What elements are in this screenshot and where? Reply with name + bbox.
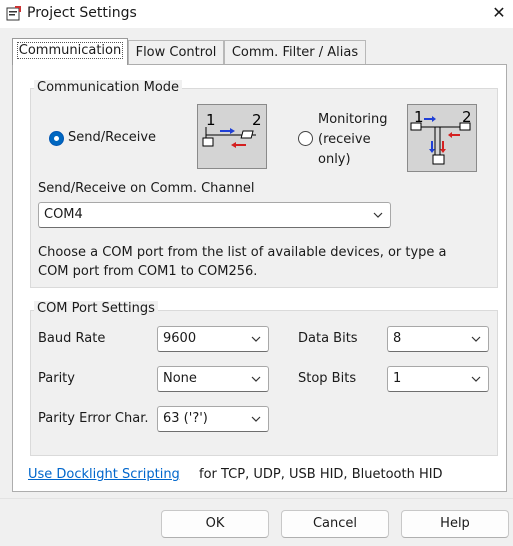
svg-text:2: 2 [252,111,262,129]
footer-divider [0,498,513,499]
data-bits-combobox[interactable]: 8 [387,326,489,352]
channel-label: Send/Receive on Comm. Channel [38,181,255,196]
parity-combobox[interactable]: None [157,366,269,392]
stop-bits-combobox[interactable]: 1 [387,366,489,392]
monitoring-label: Monitoring (receive only) [318,112,388,167]
chevron-down-icon [471,336,481,342]
channel-help-text: Choose a COM port from the list of avail… [38,245,447,279]
chevron-down-icon [251,336,261,342]
scripting-suffix-text: for TCP, UDP, USB HID, Bluetooth HID [199,467,443,482]
help-button[interactable]: Help [401,510,509,538]
monitoring-diagram: 1 2 [407,104,477,172]
settings-app-icon [6,6,21,21]
monitoring-radio[interactable] [298,131,313,146]
send-receive-diagram: 1 2 [197,104,267,169]
docklight-scripting-link[interactable]: Use Docklight Scripting [28,467,180,482]
close-icon: ✕ [492,3,506,22]
channel-combobox[interactable]: COM4 [38,202,391,228]
com-port-settings-title: COM Port Settings [34,301,158,316]
cancel-button[interactable]: Cancel [281,510,389,538]
send-receive-label: Send/Receive [68,130,157,145]
svg-text:1: 1 [206,111,216,129]
tab-comm-filter-alias[interactable]: Comm. Filter / Alias [224,40,366,64]
ok-button[interactable]: OK [161,510,269,538]
data-bits-label: Data Bits [298,331,358,346]
monitoring-diagram-icon: 1 2 [410,108,472,165]
parity-label: Parity [38,371,75,386]
stop-bits-label: Stop Bits [298,371,357,386]
close-button[interactable]: ✕ [488,2,510,24]
baud-rate-combobox[interactable]: 9600 [157,326,269,352]
window-title: Project Settings [27,5,137,21]
chevron-down-icon [373,212,383,218]
chevron-down-icon [251,416,261,422]
parity-error-combobox[interactable]: 63 ('?') [157,406,269,432]
chevron-down-icon [251,376,261,382]
parity-error-label: Parity Error Char. [38,411,149,426]
chevron-down-icon [471,376,481,382]
send-receive-diagram-icon: 1 2 [202,111,262,148]
baud-rate-label: Baud Rate [38,331,106,346]
send-receive-radio[interactable] [49,131,64,146]
communication-mode-title: Communication Mode [34,80,183,95]
tab-communication[interactable]: Communication [12,38,128,65]
tab-flow-control[interactable]: Flow Control [128,40,224,64]
